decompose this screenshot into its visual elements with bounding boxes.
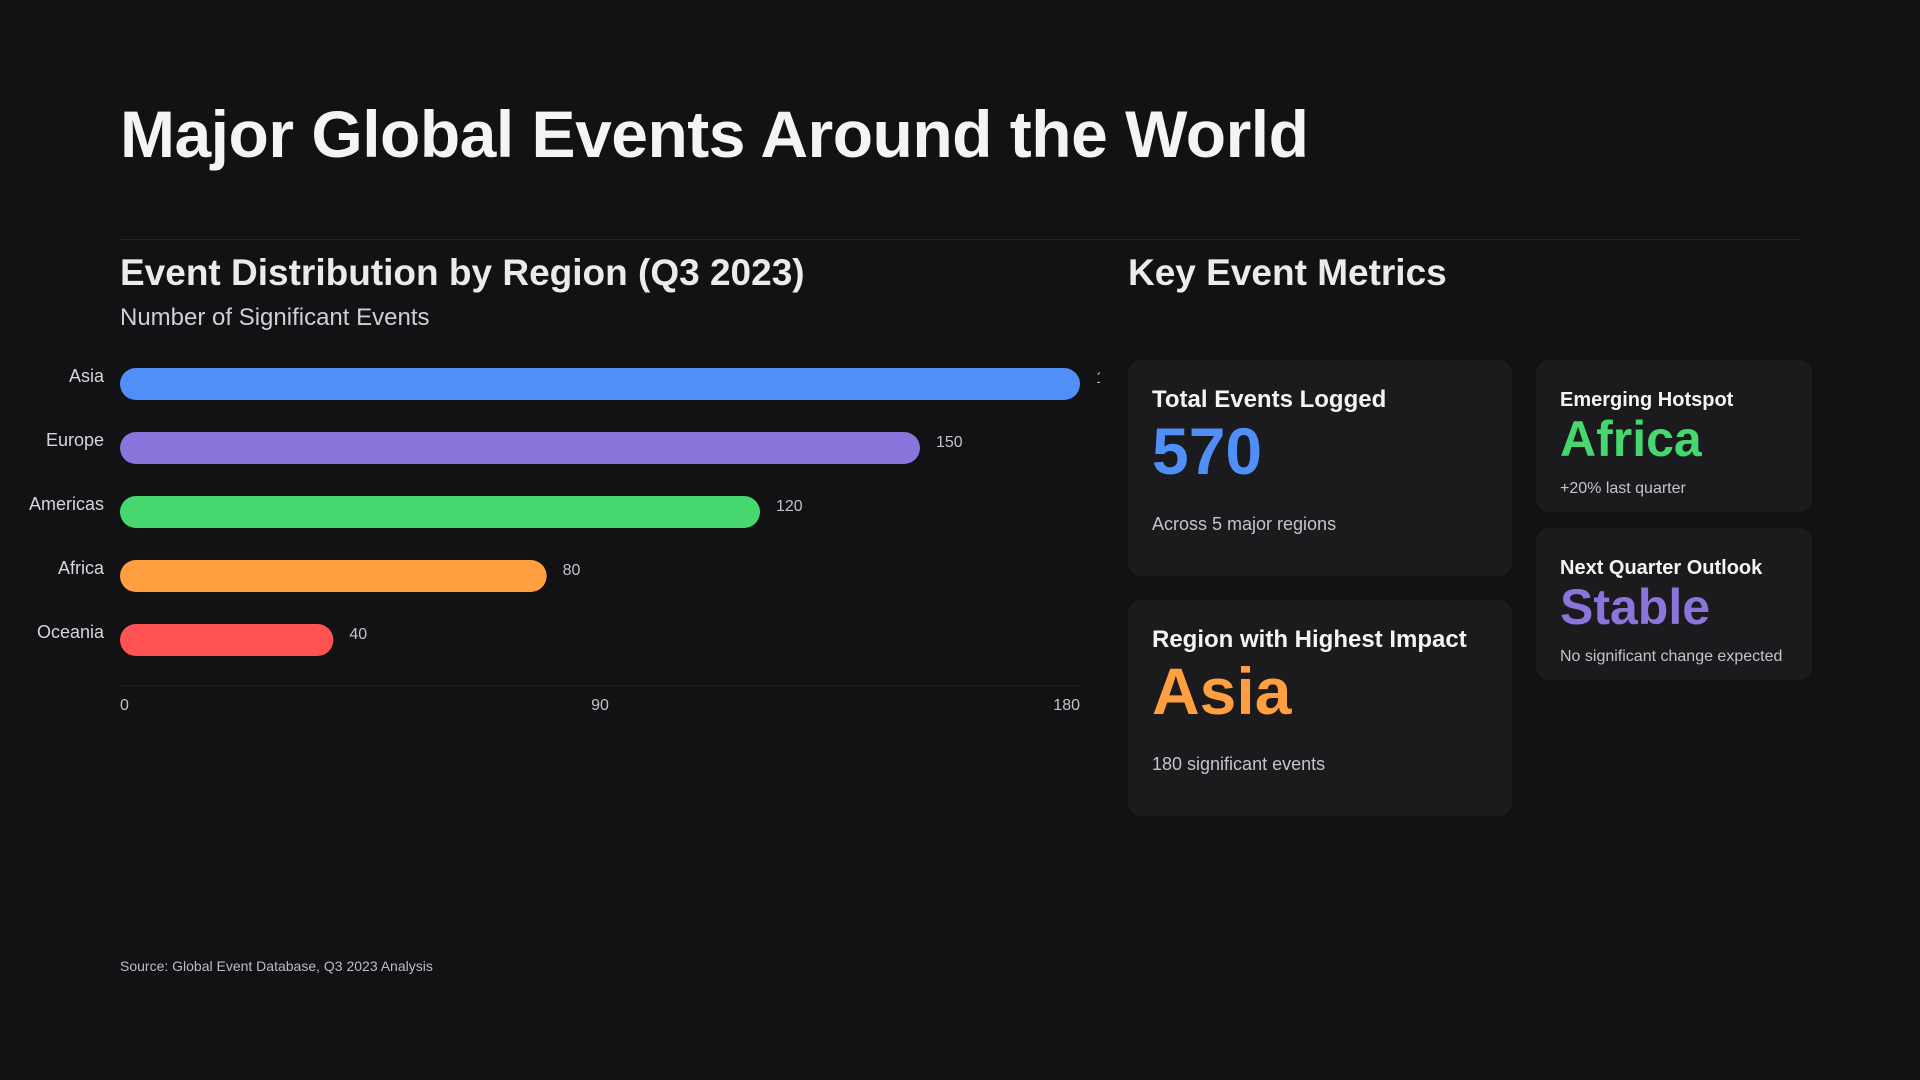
category-label: Americas	[29, 494, 104, 514]
metric-value: Africa	[1560, 411, 1702, 467]
source-note: Source: Global Event Database, Q3 2023 A…	[120, 958, 433, 974]
category-label: Oceania	[37, 622, 105, 642]
metric-value: Asia	[1152, 654, 1292, 728]
chart-title: Event Distribution by Region (Q3 2023)	[120, 252, 805, 293]
bar-europe	[120, 432, 920, 464]
bar-africa	[120, 560, 547, 592]
bar-americas	[120, 496, 760, 528]
header-divider	[120, 239, 1800, 240]
metric-note: 180 significant events	[1152, 754, 1326, 774]
region-bar-chart: Asia 180 Europe 150 Americas 120 Africa 80 Ocean…	[29, 366, 1100, 714]
bar-asia	[120, 368, 1080, 400]
metric-card-emerging-hotspot: Emerging Hotspot Africa +20% last quarte…	[1536, 360, 1812, 512]
metric-label: Total Events Logged	[1152, 386, 1387, 413]
bar-oceania	[120, 624, 334, 656]
metric-value: Stable	[1560, 579, 1711, 635]
value-label: 40	[349, 626, 367, 643]
metric-label: Emerging Hotspot	[1560, 389, 1734, 411]
value-label: 150	[936, 434, 963, 451]
metric-note: Across 5 major regions	[1152, 514, 1337, 534]
metric-card-highest-impact: Region with Highest Impact Asia 180 sign…	[1128, 600, 1512, 816]
metric-note: No significant change expected	[1560, 648, 1783, 665]
category-label: Europe	[46, 430, 104, 450]
chart-subtitle: Number of Significant Events	[120, 304, 430, 331]
x-tick-label: 90	[591, 697, 609, 714]
metric-card-total-events: Total Events Logged 570 Across 5 major r…	[1128, 360, 1512, 576]
category-label: Africa	[58, 558, 105, 578]
metric-note: +20% last quarter	[1560, 480, 1686, 497]
page-title: Major Global Events Around the World	[120, 97, 1309, 171]
value-label: 80	[563, 562, 581, 579]
category-label: Asia	[69, 366, 105, 386]
metric-card-next-quarter-outlook: Next Quarter Outlook Stable No significa…	[1536, 528, 1812, 680]
value-label: 120	[776, 498, 803, 515]
value-label: 180	[1096, 370, 1100, 387]
x-tick-label: 0	[120, 697, 129, 714]
metric-label: Next Quarter Outlook	[1560, 557, 1763, 579]
x-tick-label: 180	[1053, 697, 1080, 714]
metric-label: Region with Highest Impact	[1152, 626, 1467, 653]
metric-value: 570	[1152, 414, 1263, 488]
metrics-title: Key Event Metrics	[1128, 252, 1447, 293]
